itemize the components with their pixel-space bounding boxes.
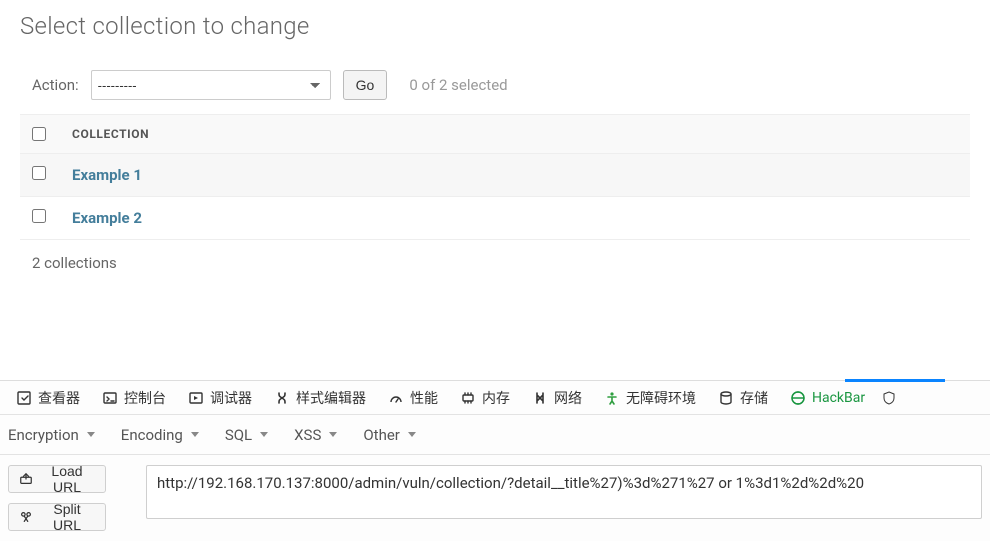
selection-count: 0 of 2 selected xyxy=(409,76,507,94)
url-input[interactable] xyxy=(146,465,982,519)
console-icon xyxy=(102,390,118,406)
storage-icon xyxy=(718,390,734,406)
menu-encryption[interactable]: Encryption xyxy=(4,426,99,444)
select-all-checkbox[interactable] xyxy=(32,127,46,141)
chevron-down-icon xyxy=(87,432,95,437)
column-header-collection[interactable]: COLLECTION xyxy=(72,127,149,141)
tab-label: 调试器 xyxy=(210,388,252,408)
menu-sql[interactable]: SQL xyxy=(221,426,272,444)
row-checkbox[interactable] xyxy=(32,166,46,180)
tab-label: 样式编辑器 xyxy=(296,388,366,408)
tab-label: 控制台 xyxy=(124,388,166,408)
table-row: Example 1 xyxy=(20,154,970,197)
menu-other[interactable]: Other xyxy=(359,426,420,444)
memory-icon xyxy=(460,390,476,406)
tab-console[interactable]: 控制台 xyxy=(92,381,176,415)
devtools-tabs: 查看器 控制台 调试器 样式编辑器 性能 xyxy=(0,381,990,415)
chevron-down-icon xyxy=(408,432,416,437)
chevron-down-icon xyxy=(260,432,268,437)
split-icon xyxy=(19,510,33,524)
shield-icon xyxy=(881,390,897,406)
admin-changelist: Select collection to change Action: ----… xyxy=(0,0,990,286)
split-url-button[interactable]: Split URL xyxy=(8,503,106,531)
debugger-icon xyxy=(188,390,204,406)
menu-label: Encoding xyxy=(121,426,183,444)
menu-encoding[interactable]: Encoding xyxy=(117,426,203,444)
menu-label: Encryption xyxy=(8,426,79,444)
network-icon xyxy=(532,390,548,406)
tab-label: 无障碍环境 xyxy=(626,388,696,408)
paginator: 2 collections xyxy=(20,240,970,286)
tab-style-editor[interactable]: 样式编辑器 xyxy=(264,381,376,415)
table-header-row: COLLECTION xyxy=(20,115,970,154)
tab-label: 内存 xyxy=(482,388,510,408)
hackbar-toolbar: Encryption Encoding SQL XSS Other xyxy=(0,415,990,455)
action-label: Action: xyxy=(32,76,79,94)
menu-label: SQL xyxy=(225,426,252,444)
tab-inspector[interactable]: 查看器 xyxy=(6,381,90,415)
row-link-example-1[interactable]: Example 1 xyxy=(72,166,142,184)
chevron-down-icon xyxy=(191,432,199,437)
tab-network[interactable]: 网络 xyxy=(522,381,592,415)
row-link-example-2[interactable]: Example 2 xyxy=(72,209,142,227)
button-label: Split URL xyxy=(39,501,95,533)
menu-label: XSS xyxy=(294,426,321,444)
tab-label: 性能 xyxy=(410,388,438,408)
tab-label: 存储 xyxy=(740,388,768,408)
load-url-button[interactable]: Load URL xyxy=(8,465,106,493)
menu-label: Other xyxy=(363,426,400,444)
tab-label: 查看器 xyxy=(38,388,80,408)
accessibility-icon xyxy=(604,390,620,406)
hackbar-body: Load URL Split URL xyxy=(0,455,990,541)
tab-label: HackBar xyxy=(812,390,865,406)
menu-xss[interactable]: XSS xyxy=(290,426,341,444)
changelist-table: COLLECTION Example 1 Example 2 2 collect… xyxy=(20,114,970,286)
load-icon xyxy=(19,472,33,486)
actions-bar: Action: --------- Go 0 of 2 selected xyxy=(20,70,970,100)
button-label: Load URL xyxy=(39,463,95,495)
row-checkbox[interactable] xyxy=(32,209,46,223)
tab-accessibility[interactable]: 无障碍环境 xyxy=(594,381,706,415)
action-select[interactable]: --------- xyxy=(91,70,331,100)
tab-hackbar[interactable]: HackBar xyxy=(780,381,875,415)
tab-label: 网络 xyxy=(554,388,582,408)
inspector-icon xyxy=(16,390,32,406)
performance-icon xyxy=(388,390,404,406)
page-title: Select collection to change xyxy=(20,12,970,40)
hackbar-side-buttons: Load URL Split URL xyxy=(8,465,106,531)
style-icon xyxy=(274,390,290,406)
tab-memory[interactable]: 内存 xyxy=(450,381,520,415)
go-button[interactable]: Go xyxy=(343,70,388,100)
devtools-panel: 查看器 控制台 调试器 样式编辑器 性能 xyxy=(0,380,990,541)
hackbar-icon xyxy=(790,390,806,406)
active-tab-indicator xyxy=(845,379,945,382)
table-row: Example 2 xyxy=(20,197,970,240)
tab-more[interactable] xyxy=(877,381,901,415)
tab-performance[interactable]: 性能 xyxy=(378,381,448,415)
tab-debugger[interactable]: 调试器 xyxy=(178,381,262,415)
tab-storage[interactable]: 存储 xyxy=(708,381,778,415)
chevron-down-icon xyxy=(329,432,337,437)
